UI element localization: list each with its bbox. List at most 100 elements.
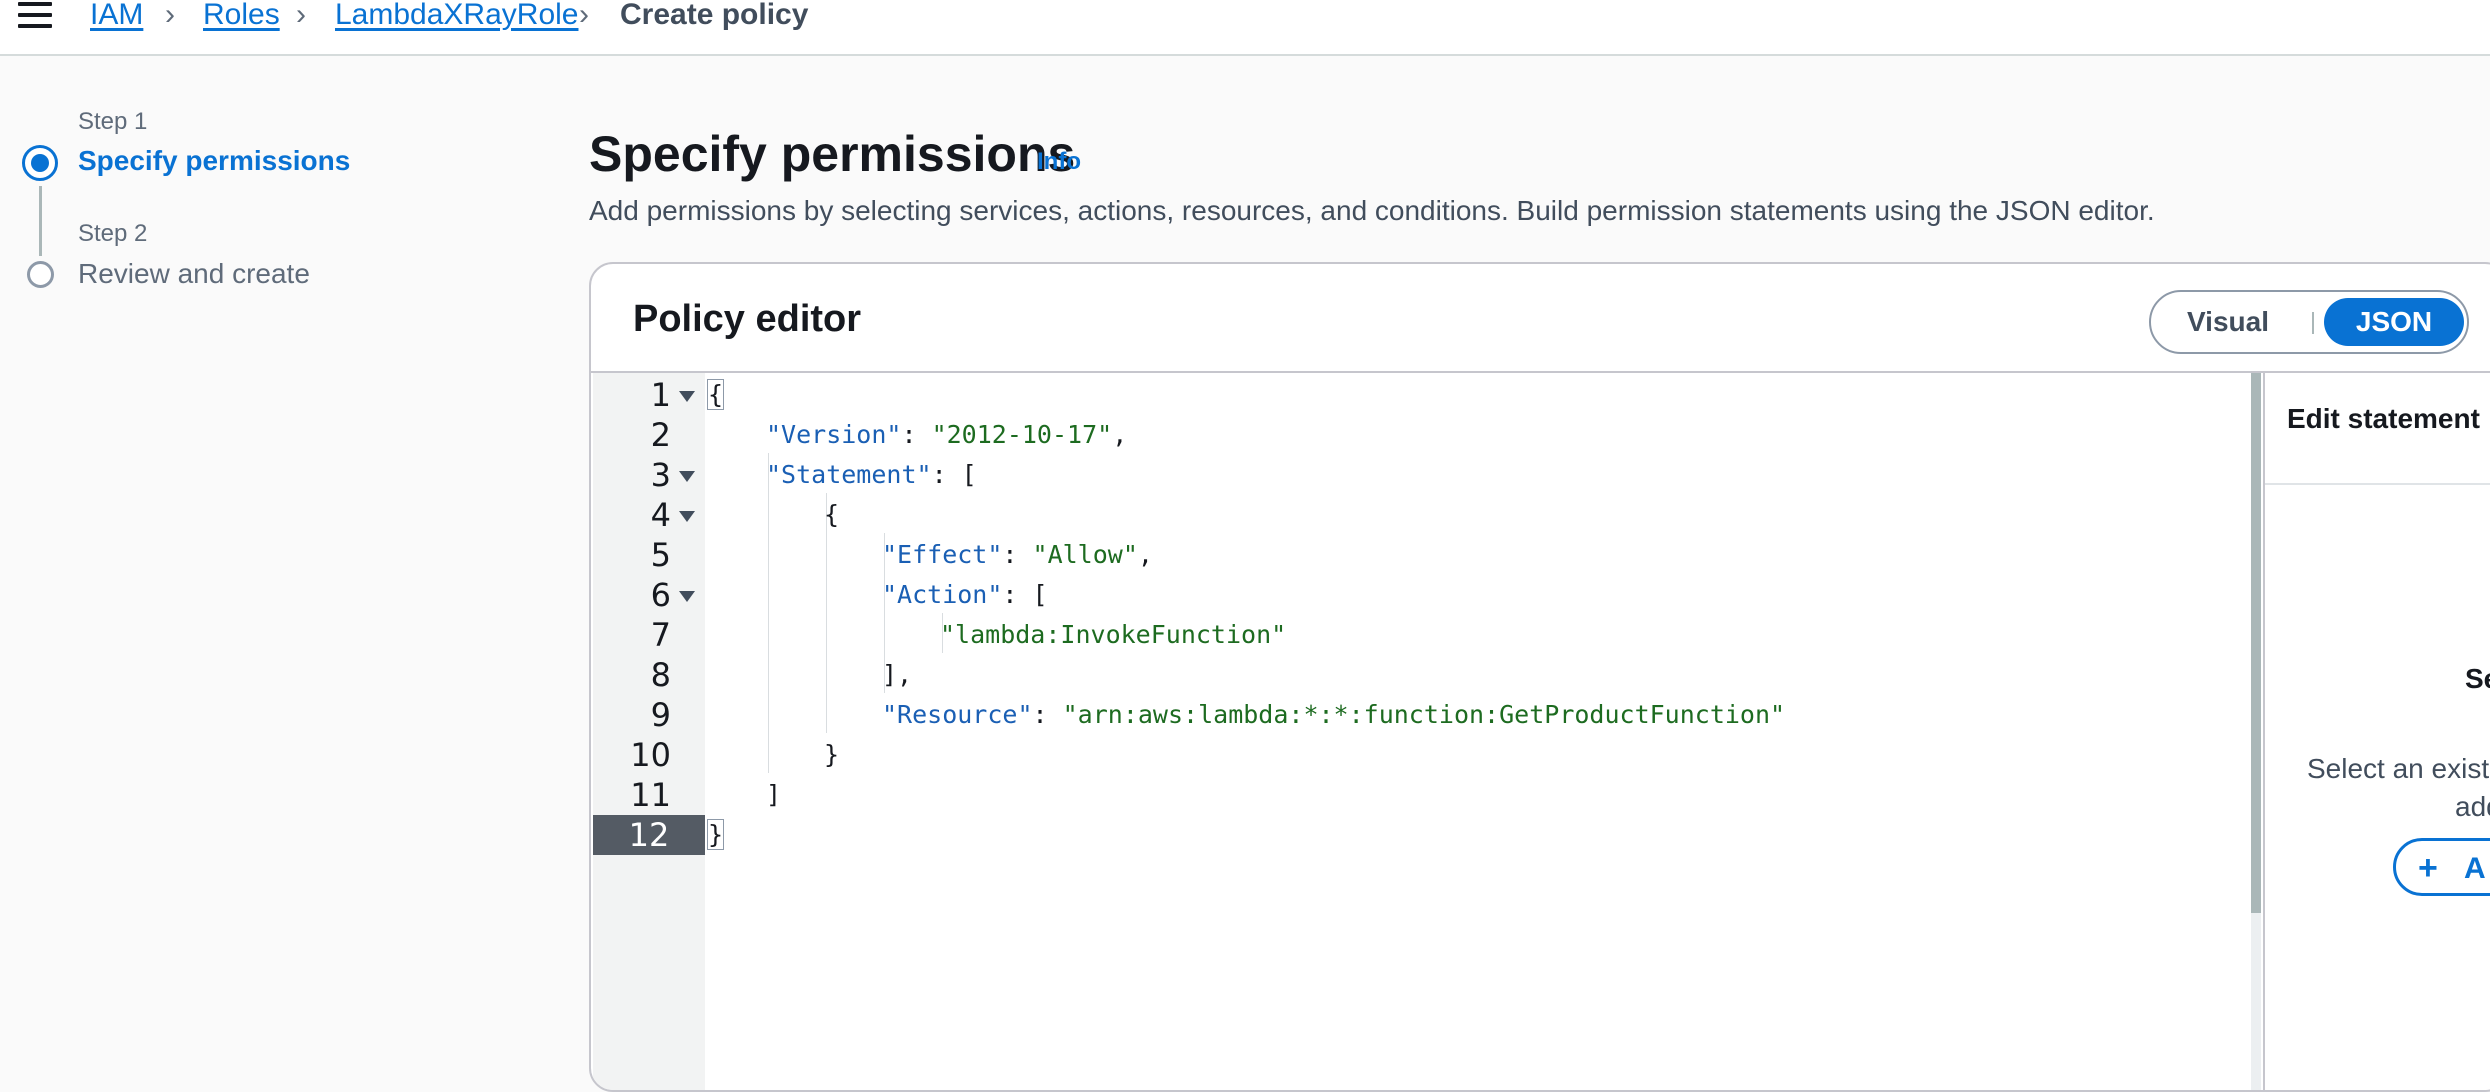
chevron-right-icon: › — [579, 0, 589, 31]
side-heading: Se — [2465, 663, 2490, 694]
line-number: 10 — [630, 736, 671, 774]
json-punctuation: } — [824, 740, 840, 769]
policy-editor-panel: Policy editor Visual JSON 1{2 "Version": … — [589, 262, 2490, 1092]
breadcrumb-link-roles[interactable]: Roles — [203, 0, 280, 31]
info-link[interactable]: Info — [1037, 148, 1081, 176]
line-number: 5 — [650, 536, 671, 574]
top-navigation-bar: IAM › Roles › LambdaXRayRole › Create po… — [0, 0, 2490, 56]
breadcrumb-current: Create policy — [620, 0, 809, 31]
line-number: 6 — [650, 576, 671, 614]
json-punctuation: : [ — [931, 460, 977, 489]
json-mode-button[interactable]: JSON — [2324, 298, 2464, 346]
json-punctuation: : — [1002, 540, 1033, 569]
breadcrumb-role[interactable]: LambdaXRayRole — [335, 0, 578, 32]
code-text: "Effect": "Allow", — [882, 535, 1153, 575]
json-punctuation: { — [824, 500, 840, 529]
plus-icon: + — [2418, 849, 2438, 887]
code-text: "Resource": "arn:aws:lambda:*:*:function… — [882, 695, 1785, 735]
code-text: ], — [882, 655, 912, 695]
add-statement-button[interactable]: + A — [2393, 838, 2490, 896]
code-line[interactable]: 6 "Action": [ — [591, 575, 2490, 615]
line-number: 3 — [650, 456, 671, 494]
breadcrumb-iam[interactable]: IAM — [90, 0, 143, 32]
page-description: Add permissions by selecting services, a… — [589, 195, 2155, 226]
line-number: 1 — [650, 376, 671, 414]
code-line[interactable]: 3 "Statement": [ — [591, 455, 2490, 495]
side-text-line-1: Select an existi — [2307, 753, 2490, 784]
editor-mode-toggle[interactable]: Visual JSON — [2149, 290, 2469, 354]
breadcrumb-link-iam[interactable]: IAM — [90, 0, 143, 31]
json-string: "2012-10-17" — [931, 420, 1113, 449]
step-2-label: Step 2 — [78, 220, 148, 247]
step-1-label: Step 1 — [78, 108, 148, 135]
json-key: "Effect" — [882, 540, 1003, 569]
code-line[interactable]: 8], — [591, 655, 2490, 695]
json-punctuation: { — [706, 379, 725, 410]
code-line[interactable]: 10} — [591, 735, 2490, 775]
line-number: 7 — [650, 616, 671, 654]
code-text: "Action": [ — [882, 575, 1048, 615]
breadcrumb-roles[interactable]: Roles — [203, 0, 280, 32]
json-key: "Version" — [766, 420, 902, 449]
fold-toggle-icon[interactable] — [679, 391, 695, 402]
fold-toggle-icon[interactable] — [679, 511, 695, 522]
line-number: 8 — [650, 656, 671, 694]
line-number: 11 — [630, 776, 671, 814]
page-title: Specify permissions — [589, 126, 1076, 182]
json-punctuation: , — [1112, 420, 1128, 449]
fold-toggle-icon[interactable] — [679, 471, 695, 482]
json-punctuation: ] — [766, 780, 782, 809]
hamburger-menu-icon[interactable] — [18, 2, 52, 30]
code-text: "Statement": [ — [766, 455, 977, 495]
json-punctuation: : — [901, 420, 932, 449]
json-punctuation: , — [1137, 540, 1153, 569]
step-1-title[interactable]: Specify permissions — [78, 145, 350, 177]
line-number: 9 — [650, 696, 671, 734]
code-text: { — [706, 375, 725, 415]
code-text: ] — [766, 775, 781, 815]
code-text: "lambda:InvokeFunction" — [940, 615, 1286, 655]
edit-statement-title: Edit statement — [2287, 403, 2480, 434]
toggle-divider — [2312, 312, 2314, 334]
json-punctuation: ], — [882, 660, 913, 689]
add-button-label: A — [2464, 852, 2486, 885]
code-line[interactable]: 11] — [591, 775, 2490, 815]
breadcrumb-link-role[interactable]: LambdaXRayRole — [335, 0, 578, 31]
side-text-line-2: add — [2455, 791, 2490, 822]
step-2-title: Review and create — [78, 258, 310, 289]
json-key: "Statement" — [766, 460, 932, 489]
json-key: "Action" — [882, 580, 1003, 609]
code-text: } — [706, 815, 725, 855]
json-string: "Allow" — [1032, 540, 1138, 569]
code-line[interactable]: 2 "Version": "2012-10-17", — [591, 415, 2490, 455]
json-punctuation: : [ — [1002, 580, 1048, 609]
code-line[interactable]: 4{ — [591, 495, 2490, 535]
step-connector — [39, 186, 42, 256]
json-key: "Resource" — [882, 700, 1033, 729]
fold-toggle-icon[interactable] — [679, 591, 695, 602]
step-inactive-indicator-icon — [27, 261, 54, 288]
chevron-right-icon: › — [296, 0, 306, 31]
json-punctuation: : — [1032, 700, 1063, 729]
code-text: "Version": "2012-10-17", — [766, 415, 1127, 455]
code-line[interactable]: 7 "lambda:InvokeFunction" — [591, 615, 2490, 655]
code-text: } — [824, 735, 839, 775]
side-divider — [2265, 483, 2490, 485]
json-string: "lambda:InvokeFunction" — [940, 620, 1287, 649]
editor-scrollbar-thumb[interactable] — [2251, 373, 2261, 913]
policy-editor-title: Policy editor — [633, 298, 862, 340]
edit-statement-panel: Edit statement Se Select an existi add +… — [2263, 373, 2490, 1090]
json-punctuation: } — [706, 819, 725, 850]
code-text: { — [824, 495, 839, 535]
code-line[interactable]: 12} — [591, 815, 2490, 855]
line-number: 4 — [650, 496, 671, 534]
code-line[interactable]: 5 "Effect": "Allow", — [591, 535, 2490, 575]
step-active-indicator-icon — [22, 145, 58, 181]
line-number: 12 — [593, 815, 705, 855]
chevron-right-icon: › — [165, 0, 175, 31]
line-number: 2 — [650, 416, 671, 454]
visual-mode-button[interactable]: Visual — [2187, 306, 2269, 338]
code-line[interactable]: 9 "Resource": "arn:aws:lambda:*:*:functio… — [591, 695, 2490, 735]
json-string: "arn:aws:lambda:*:*:function:GetProductF… — [1062, 700, 1786, 729]
code-line[interactable]: 1{ — [591, 375, 2490, 415]
